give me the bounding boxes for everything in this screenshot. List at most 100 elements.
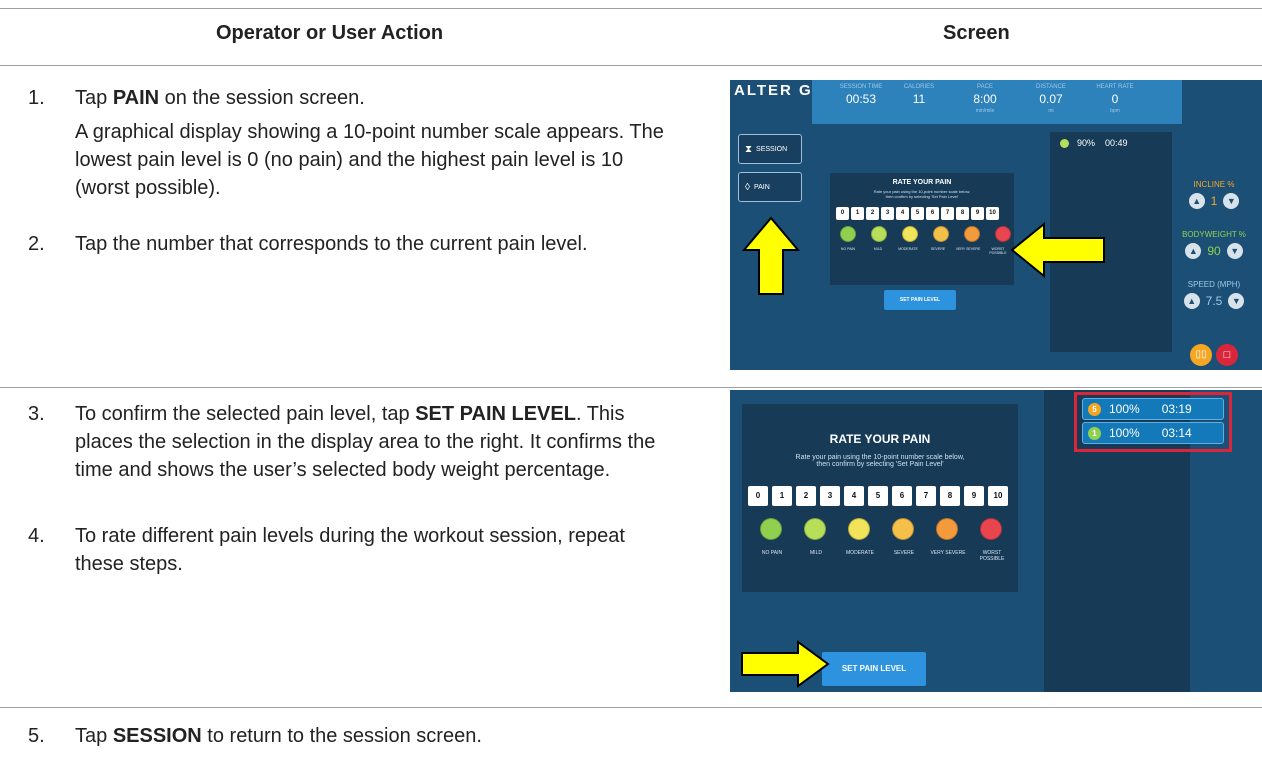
speed-label: SPEED (MPH) bbox=[1187, 280, 1241, 289]
speed-value: 7.5 bbox=[1205, 294, 1223, 308]
table-top-rule bbox=[0, 8, 1262, 9]
rate-pain-panel: RATE YOUR PAIN Rate your pain using the … bbox=[830, 173, 1014, 285]
pain-number-button[interactable]: 7 bbox=[941, 207, 954, 220]
pain-face-icon bbox=[848, 518, 870, 540]
rate-pain-panel: RATE YOUR PAIN Rate your pain using the … bbox=[742, 404, 1018, 592]
step-number: 3. bbox=[28, 403, 45, 425]
step-4: 4. To rate different pain levels during … bbox=[28, 522, 668, 578]
pain-level-badge: 5 bbox=[1088, 402, 1101, 416]
step-1: 1. Tap PAIN on the session screen. bbox=[28, 84, 668, 112]
step-text: on the session screen. bbox=[159, 87, 365, 109]
pain-log-entry: 90% 00:49 bbox=[1052, 136, 1168, 150]
pain-number-button[interactable]: 5 bbox=[911, 207, 924, 220]
pain-number-button[interactable]: 3 bbox=[820, 486, 840, 506]
pain-face-label: SEVERE bbox=[893, 550, 915, 556]
pain-face-label: MODERATE bbox=[846, 550, 874, 556]
chevron-up-icon[interactable]: ▲ bbox=[1188, 193, 1205, 209]
pain-level-badge: 1 bbox=[1088, 426, 1101, 440]
left-arrow-annotation bbox=[1010, 222, 1105, 278]
rate-pain-title: RATE YOUR PAIN bbox=[892, 179, 952, 186]
header-screen: Screen bbox=[943, 22, 1010, 44]
pain-number-button[interactable]: 3 bbox=[881, 207, 894, 220]
chevron-down-icon[interactable]: ▼ bbox=[1226, 243, 1243, 259]
pain-number-button[interactable]: 7 bbox=[916, 486, 936, 506]
stat-pace: PACE 8:00 min/mile bbox=[973, 84, 997, 114]
step-text: Tap bbox=[75, 725, 113, 747]
set-pain-level-button[interactable]: SET PAIN LEVEL bbox=[822, 652, 926, 686]
pain-number-button[interactable]: 4 bbox=[896, 207, 909, 220]
step-bold: SET PAIN LEVEL bbox=[415, 403, 576, 425]
pain-face-label: NO PAIN bbox=[840, 247, 856, 251]
pain-face-icon bbox=[936, 518, 958, 540]
entry-percent: 100% bbox=[1109, 402, 1140, 416]
stat-calories: CALORIES 11 bbox=[903, 84, 935, 106]
incline-value: 1 bbox=[1210, 194, 1218, 208]
pain-face-label: MODERATE bbox=[898, 247, 918, 251]
pain-face-label: MILD bbox=[810, 550, 822, 556]
pain-nav-button[interactable]: ◊ PAIN bbox=[738, 172, 802, 202]
stat-distance: DISTANCE 0.07 mi bbox=[1036, 84, 1066, 114]
bodyweight-value: 90 bbox=[1207, 244, 1221, 258]
bodyweight-label: BODYWEIGHT % bbox=[1182, 230, 1246, 239]
pain-number-button[interactable]: 4 bbox=[844, 486, 864, 506]
pain-face-icon bbox=[840, 226, 856, 242]
pain-face-label: SEVERE bbox=[930, 247, 946, 251]
pause-button[interactable]: ▯▯ bbox=[1190, 344, 1212, 366]
rate-pain-screenshot: RATE YOUR PAIN Rate your pain using the … bbox=[730, 390, 1262, 692]
pain-number-button[interactable]: 1 bbox=[772, 486, 792, 506]
stat-heart-rate: HEART RATE 0 bpm bbox=[1096, 84, 1134, 114]
set-pain-level-button[interactable]: SET PAIN LEVEL bbox=[884, 290, 956, 310]
step-text: to return to the session screen. bbox=[201, 725, 482, 747]
pain-face-label: WORST POSSIBLE bbox=[989, 247, 1007, 255]
step-bold: SESSION bbox=[112, 725, 202, 747]
pain-number-button[interactable]: 9 bbox=[971, 207, 984, 220]
pain-number-button[interactable]: 0 bbox=[836, 207, 849, 220]
pain-face-icon bbox=[892, 518, 914, 540]
up-arrow-annotation bbox=[742, 216, 800, 295]
step-text: To confirm the selected pain level, tap bbox=[75, 403, 416, 425]
pain-number-button[interactable]: 8 bbox=[956, 207, 969, 220]
pain-number-button[interactable]: 2 bbox=[796, 486, 816, 506]
stats-bar: SESSION TIME 00:53 CALORIES 11 PACE 8:00 min… bbox=[812, 80, 1182, 124]
chevron-down-icon[interactable]: ▼ bbox=[1228, 293, 1245, 309]
pain-face-label: NO PAIN bbox=[761, 550, 783, 556]
pain-number-button[interactable]: 5 bbox=[868, 486, 888, 506]
pain-icon: ◊ bbox=[745, 181, 750, 193]
pain-number-button[interactable]: 6 bbox=[892, 486, 912, 506]
pain-number-button[interactable]: 10 bbox=[986, 207, 999, 220]
session-nav-button[interactable]: ⧗ SESSION bbox=[738, 134, 802, 164]
pain-face-label: WORST POSSIBLE bbox=[979, 550, 1005, 562]
pain-number-button[interactable]: 2 bbox=[866, 207, 879, 220]
pain-number-button[interactable]: 6 bbox=[926, 207, 939, 220]
header-rule bbox=[0, 65, 1262, 66]
pain-face-icon bbox=[760, 518, 782, 540]
incline-control: INCLINE % ▲ 1 ▼ bbox=[1174, 180, 1254, 209]
step-number: 5. bbox=[28, 725, 45, 747]
row-rule-1 bbox=[0, 387, 1262, 388]
rate-pain-instruction: then confirm by selecting 'Set Pain Leve… bbox=[885, 194, 959, 199]
step-text: Tap bbox=[75, 87, 113, 109]
entry-time: 03:19 bbox=[1161, 402, 1192, 416]
step-text: Tap the number that corresponds to the c… bbox=[75, 233, 588, 255]
hourglass-icon: ⧗ bbox=[745, 143, 753, 155]
stop-button[interactable]: □ bbox=[1216, 344, 1238, 366]
pain-number-button[interactable]: 10 bbox=[988, 486, 1008, 506]
step-2: 2. Tap the number that corresponds to th… bbox=[28, 230, 668, 258]
chevron-down-icon[interactable]: ▼ bbox=[1223, 193, 1240, 209]
pain-face-icon bbox=[995, 226, 1011, 242]
chevron-up-icon[interactable]: ▲ bbox=[1185, 243, 1202, 259]
pain-face-icon bbox=[871, 226, 887, 242]
step-bold: PAIN bbox=[112, 87, 160, 109]
pain-number-button[interactable]: 9 bbox=[964, 486, 984, 506]
step-text: To rate different pain levels during the… bbox=[75, 525, 625, 575]
header-action: Operator or User Action bbox=[216, 22, 444, 44]
pain-number-button[interactable]: 8 bbox=[940, 486, 960, 506]
rate-pain-title: RATE YOUR PAIN bbox=[829, 432, 931, 446]
session-nav-label: SESSION bbox=[756, 145, 788, 153]
step-number: 1. bbox=[28, 87, 45, 109]
pain-number-button[interactable]: 0 bbox=[748, 486, 768, 506]
chevron-up-icon[interactable]: ▲ bbox=[1183, 293, 1200, 309]
right-arrow-annotation bbox=[741, 640, 830, 688]
pain-number-button[interactable]: 1 bbox=[851, 207, 864, 220]
step-3: 3. To confirm the selected pain level, t… bbox=[28, 400, 668, 484]
